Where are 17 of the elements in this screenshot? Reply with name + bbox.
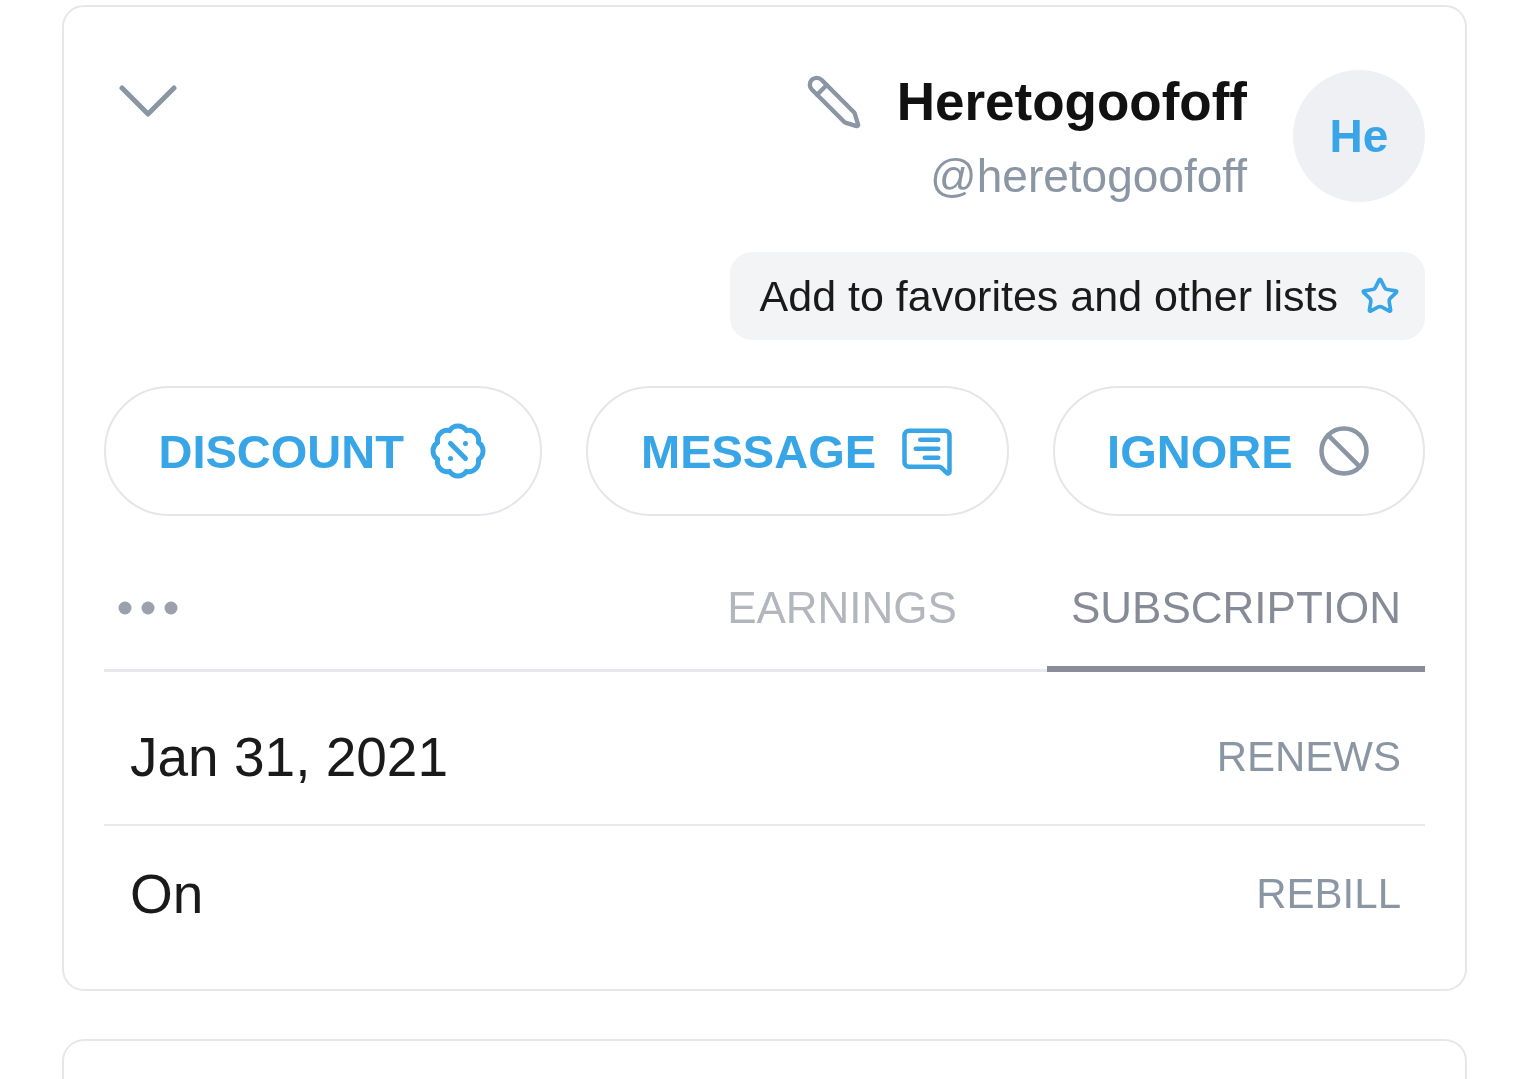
detail-label: REBILL [1256, 870, 1401, 918]
display-name: Heretogoofoff [896, 72, 1247, 132]
detail-label: RENEWS [1216, 733, 1401, 781]
tab[interactable]: EARNINGS [703, 562, 981, 672]
chevron-down-icon[interactable] [119, 84, 177, 118]
ignore-button[interactable]: IGNORE [1052, 386, 1425, 516]
favorites-button[interactable]: Add to favorites and other lists [729, 252, 1425, 340]
star-icon [1360, 276, 1400, 316]
message-button[interactable]: MESSAGE [586, 386, 1009, 516]
more-icon[interactable] [118, 600, 178, 615]
discount-button[interactable]: DISCOUNT [104, 386, 543, 516]
ban-icon [1316, 424, 1371, 478]
tab[interactable]: SUBSCRIPTION [1046, 562, 1425, 672]
avatar-initials: He [1293, 70, 1425, 202]
detail-value: On [130, 862, 204, 926]
username-handle: @heretogoofoff [930, 150, 1247, 202]
detail-value: Jan 31, 2021 [130, 725, 449, 789]
